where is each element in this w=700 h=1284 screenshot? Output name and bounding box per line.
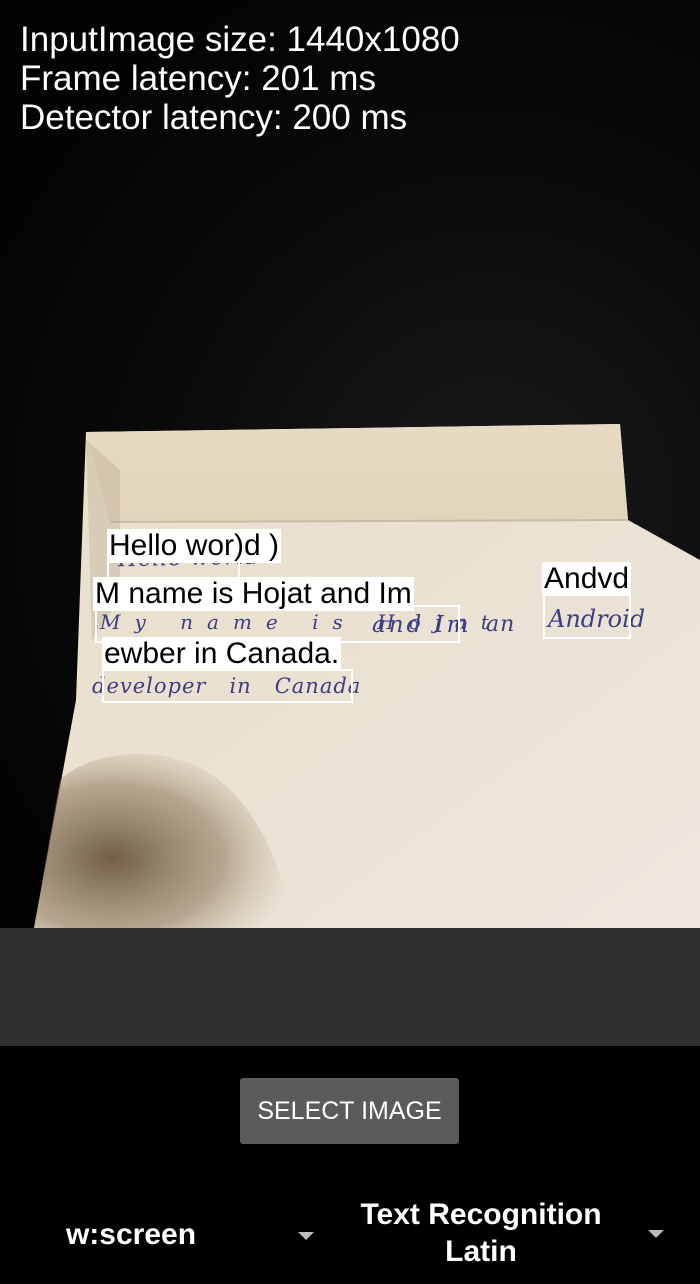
latency-stats: InputImage size: 1440x1080 Frame latency… xyxy=(20,20,460,137)
detection-label-canada: ewber in Canada. xyxy=(102,637,342,671)
handwriting-an: an xyxy=(486,612,516,637)
detection-box-android xyxy=(543,593,631,639)
camera-preview: Hello world My name is Hojat and Im an A… xyxy=(0,0,700,928)
detection-label-hello: Hello wor)d ) xyxy=(107,529,282,563)
paper-scene xyxy=(34,424,700,928)
control-panel: SELECT IMAGE w:screen Text Recognition L… xyxy=(0,1046,700,1280)
feature-value-line1: Text Recognition xyxy=(360,1198,602,1231)
feature-spinner[interactable]: Text Recognition Latin xyxy=(340,1196,700,1284)
detection-box-developer xyxy=(102,669,353,703)
preview-size-spinner[interactable]: w:screen xyxy=(0,1196,330,1276)
preview-footer-band xyxy=(0,928,700,1046)
chevron-down-icon xyxy=(298,1232,314,1240)
frame-latency-text: Frame latency: 201 ms xyxy=(20,59,376,98)
detector-latency-text: Detector latency: 200 ms xyxy=(20,98,408,137)
input-image-size-text: InputImage size: 1440x1080 xyxy=(20,20,460,59)
feature-value-line2: Latin xyxy=(445,1235,517,1268)
paper-flap xyxy=(86,424,628,522)
chevron-down-icon xyxy=(648,1230,664,1238)
detection-label-name: M name is Hojat and Im xyxy=(93,577,414,611)
select-image-button[interactable]: SELECT IMAGE xyxy=(240,1078,459,1144)
preview-size-value: w:screen xyxy=(65,1218,197,1251)
detection-label-android: Andvd xyxy=(542,562,632,596)
